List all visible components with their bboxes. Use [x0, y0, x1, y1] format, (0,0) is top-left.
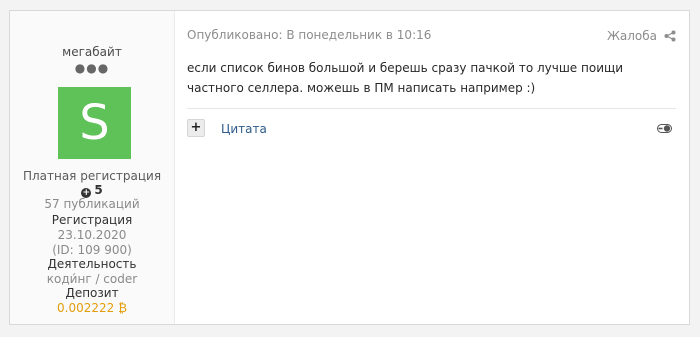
share-icon[interactable]: [664, 30, 676, 42]
post-count: 57 публикаций: [44, 197, 140, 211]
divider: [187, 108, 676, 109]
deposit-label: Депозит: [65, 286, 119, 300]
report-link[interactable]: Жалоба: [607, 29, 657, 43]
post-body: Опубликовано: В понедельник в 10:16 Жало…: [174, 11, 689, 324]
reputation-value: 5: [94, 183, 103, 197]
user-id: (ID: 109 900): [52, 243, 132, 257]
quote-button[interactable]: Цитата: [221, 122, 267, 136]
activity-value: коди́нг / coder: [46, 272, 138, 286]
activity-label: Деятельность: [47, 257, 137, 271]
reaction-toggle-icon[interactable]: [657, 122, 672, 135]
author-username[interactable]: мегабайт: [10, 45, 174, 60]
reputation-count: +5: [10, 183, 174, 198]
author-panel: мегабайт ●●● S Платная регистрация +5 57…: [10, 11, 175, 324]
deposit-value: 0.002222 ₿: [57, 301, 127, 315]
post-timestamp[interactable]: Опубликовано: В понедельник в 10:16: [187, 28, 431, 42]
forum-post: мегабайт ●●● S Платная регистрация +5 57…: [9, 10, 690, 325]
post-content: если список бинов большой и берешь сразу…: [187, 61, 624, 95]
multiquote-button[interactable]: +: [187, 119, 205, 137]
user-group: Платная регистрация: [22, 169, 162, 183]
registration-date: 23.10.2020: [57, 228, 127, 242]
registration-label: Регистрация: [51, 213, 133, 227]
avatar[interactable]: S: [58, 87, 131, 159]
rank-indicator: ●●●: [74, 61, 110, 75]
